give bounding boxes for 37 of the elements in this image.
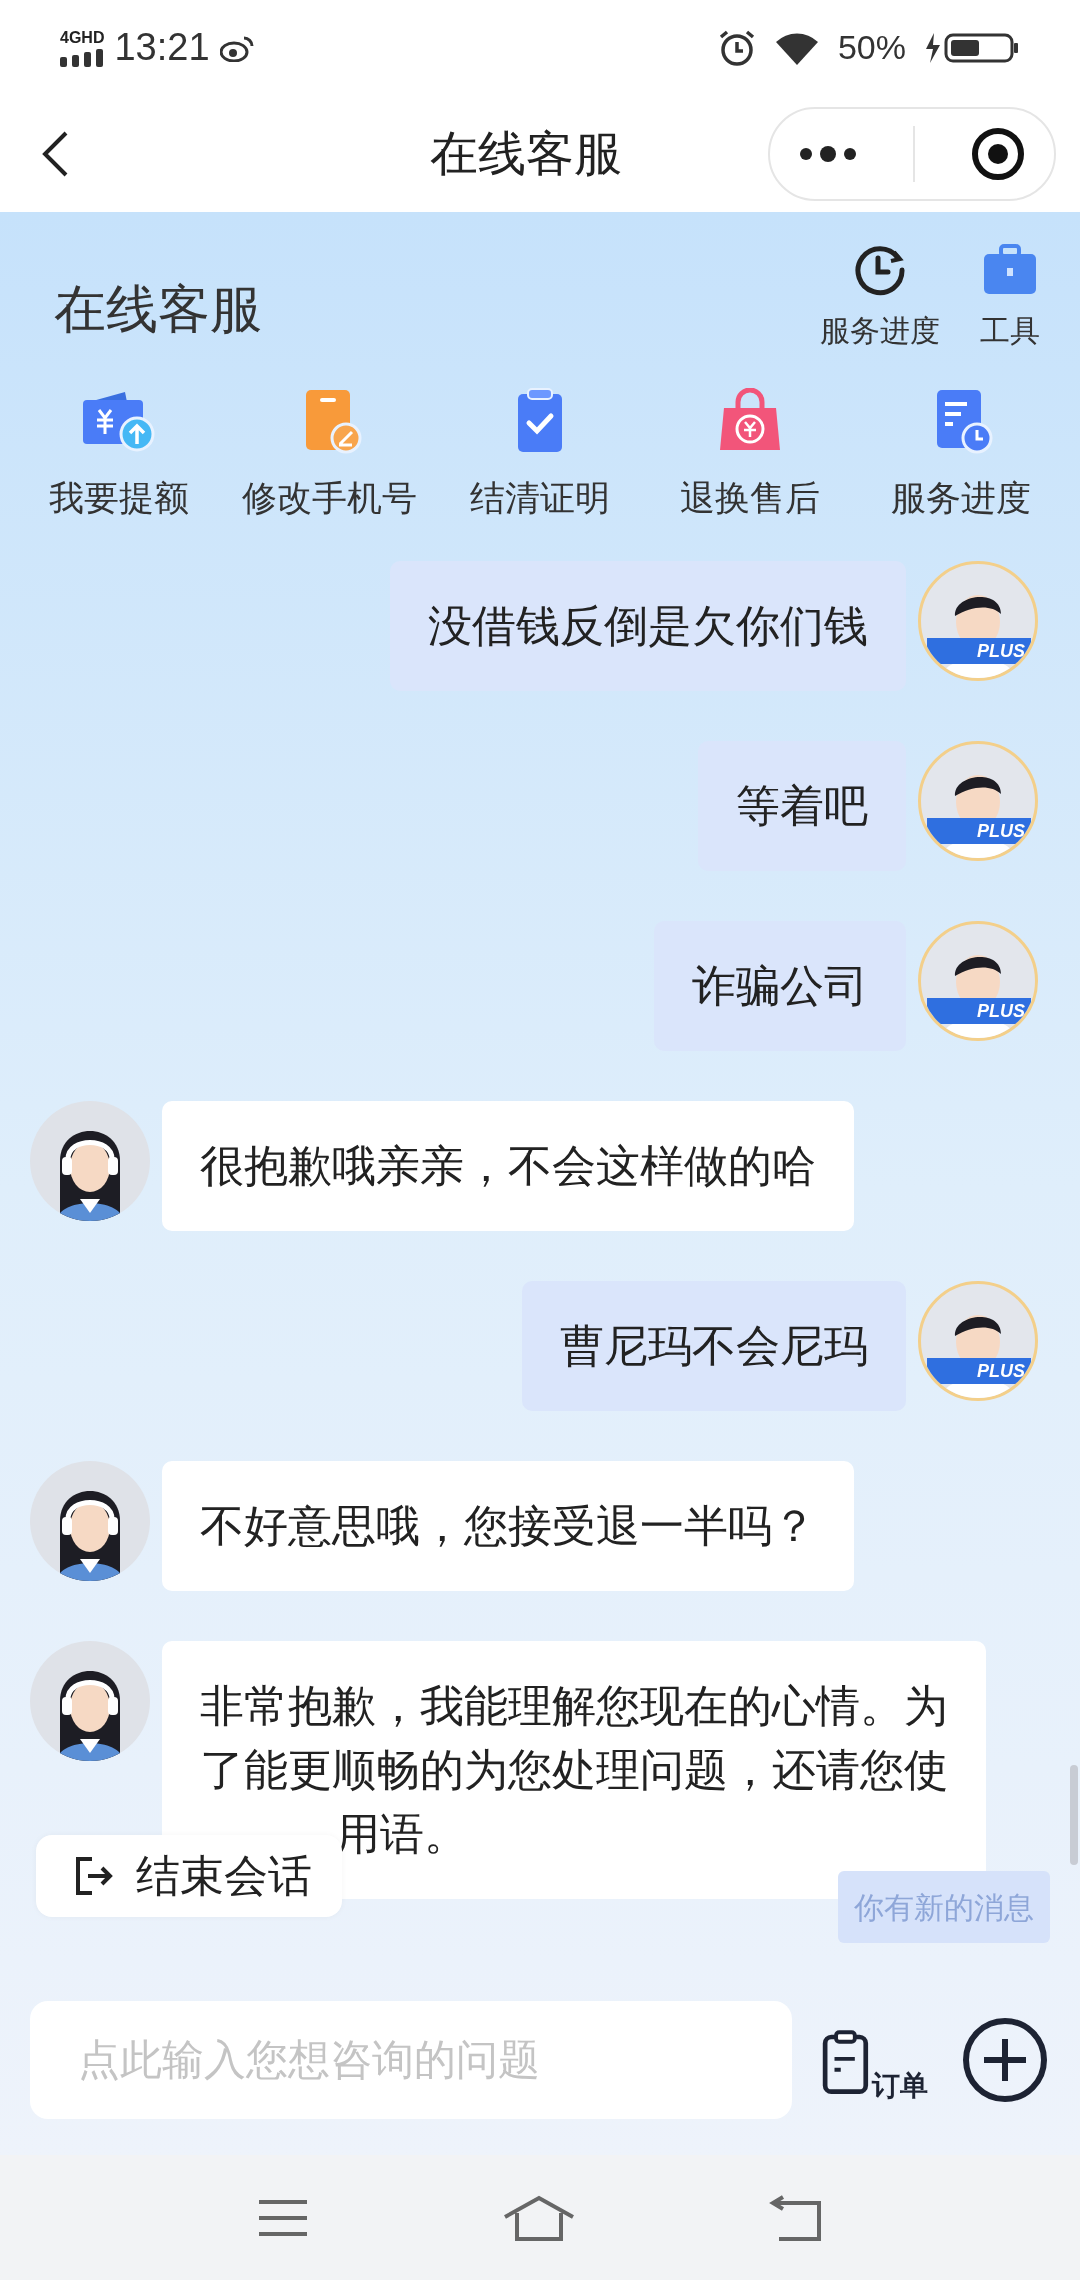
shortcut-item[interactable]: 服务进度 xyxy=(855,360,1066,545)
plus-badge: PLUS xyxy=(927,818,1031,844)
add-icon[interactable] xyxy=(962,2017,1048,2103)
header-title: 在线客服 xyxy=(54,279,262,340)
network-type: 4GHD xyxy=(60,28,105,47)
alarm-icon xyxy=(717,28,756,67)
shortcut-item[interactable]: 修改手机号 xyxy=(224,360,435,545)
shortcut-item[interactable]: 退换售后 xyxy=(645,360,856,545)
status-time: 13:21 xyxy=(114,25,210,70)
message-text: 不好意思哦，您接受退一半吗？ xyxy=(200,1500,816,1552)
header-tool[interactable]: 工具 xyxy=(980,240,1040,353)
message-input[interactable]: 点此输入您想咨询的问题 xyxy=(30,2001,792,2119)
back-nav-icon[interactable] xyxy=(769,2194,823,2241)
end-session-button[interactable]: 结束会话 xyxy=(36,1835,342,1917)
page-title: 在线客服 xyxy=(430,125,622,182)
shortcut-item[interactable]: 结清证明 xyxy=(434,360,646,545)
plus-badge: PLUS xyxy=(927,998,1031,1024)
message-text: 没借钱反倒是欠你们钱 xyxy=(428,600,868,652)
message-text: 等着吧 xyxy=(736,780,868,832)
more-icon[interactable] xyxy=(797,143,858,164)
back-icon[interactable] xyxy=(40,129,70,178)
shortcut-item[interactable]: 我要提额 xyxy=(14,360,225,545)
battery-percent: 50% xyxy=(837,27,906,68)
signal-icon xyxy=(60,46,104,67)
plus-badge: PLUS xyxy=(927,638,1031,664)
plus-badge: PLUS xyxy=(927,1358,1031,1384)
wifi-icon xyxy=(773,30,820,65)
order-button[interactable]: 订单 xyxy=(822,2018,932,2102)
close-mini-program-icon[interactable] xyxy=(970,125,1027,182)
message-text: 很抱歉哦亲亲，不会这样做的哈 xyxy=(200,1140,816,1192)
header-tool[interactable]: 服务进度 xyxy=(820,240,940,353)
menu-icon[interactable] xyxy=(257,2197,309,2238)
message-text: 非常抱歉，我能理解您现在的心情。为 xyxy=(200,1680,948,1732)
message-text: 曹尼玛不会尼玛 xyxy=(560,1320,868,1372)
home-icon[interactable] xyxy=(503,2194,575,2241)
message-text: 了能更顺畅的为您处理问题，还请您使 xyxy=(200,1744,948,1796)
message-text: 诈骗公司 xyxy=(692,960,868,1012)
